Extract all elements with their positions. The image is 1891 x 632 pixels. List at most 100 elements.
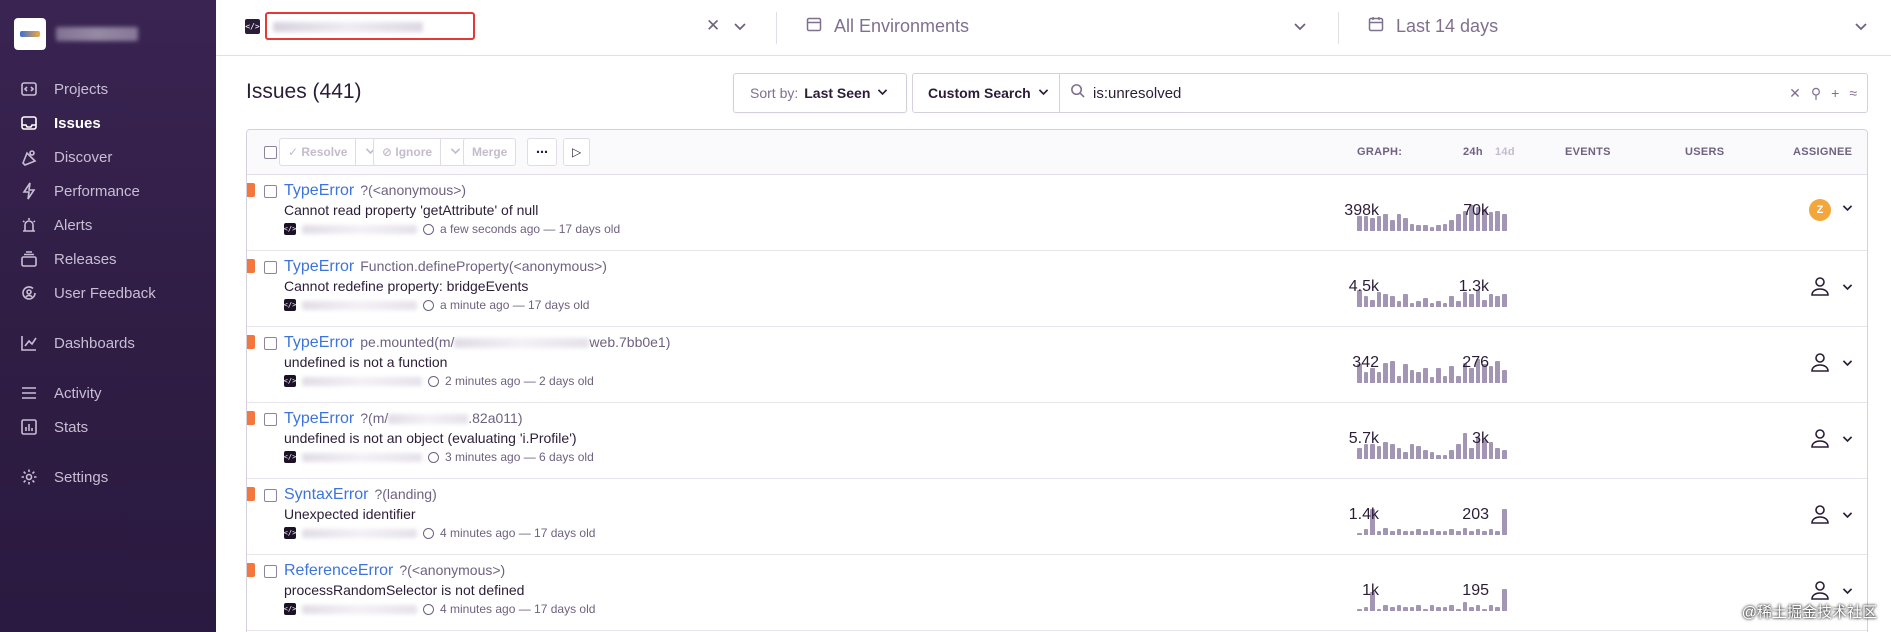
table-row[interactable]: TypeError ?(<anonymous>) Cannot read prop… bbox=[247, 175, 1867, 251]
clear-search-icon[interactable]: ✕ bbox=[1789, 85, 1801, 102]
issue-type[interactable]: ReferenceError bbox=[284, 562, 393, 579]
add-saved-search-icon[interactable]: + bbox=[1831, 85, 1839, 102]
issue-id-redacted bbox=[302, 376, 422, 386]
environment-selector[interactable]: All Environments bbox=[806, 16, 969, 37]
row-checkbox[interactable] bbox=[264, 261, 277, 274]
graph-bar bbox=[1502, 370, 1507, 383]
graph-period-24h[interactable]: 24h bbox=[1463, 146, 1483, 158]
chevron-down-icon[interactable] bbox=[1841, 201, 1854, 219]
assignee-selector[interactable] bbox=[1809, 427, 1854, 454]
chevron-down-icon[interactable] bbox=[1841, 432, 1854, 450]
chevron-down-icon[interactable] bbox=[1841, 584, 1854, 602]
graph-bar bbox=[1502, 294, 1507, 307]
table-row[interactable]: ReferenceError ?(<anonymous>) processRand… bbox=[247, 555, 1867, 631]
select-all-checkbox[interactable] bbox=[264, 146, 277, 159]
assignee-selector[interactable]: Z bbox=[1809, 199, 1854, 221]
graph-bar bbox=[1422, 531, 1428, 535]
project-selector[interactable] bbox=[265, 12, 475, 40]
table-row[interactable]: TypeError ?(m/ .82a011) undefined is not a… bbox=[247, 403, 1867, 479]
issue-type[interactable]: SyntaxError bbox=[284, 486, 368, 503]
sidebar-item-stats[interactable]: Stats bbox=[0, 410, 216, 444]
issue-title[interactable]: ReferenceError ?(<anonymous>) bbox=[284, 562, 505, 580]
graph-bar bbox=[1442, 224, 1448, 231]
sidebar-item-discover[interactable]: Discover bbox=[0, 140, 216, 174]
level-indicator bbox=[247, 183, 255, 197]
pin-search-icon[interactable]: ⚲ bbox=[1811, 85, 1821, 102]
assignee-selector[interactable] bbox=[1809, 351, 1854, 378]
sidebar-item-projects[interactable]: Projects bbox=[0, 72, 216, 106]
table-row[interactable]: TypeError pe.mounted(m/web.7bb0e1) undefi… bbox=[247, 327, 1867, 403]
divider bbox=[1338, 12, 1339, 44]
graph-bar bbox=[1462, 528, 1468, 535]
settings-icon bbox=[20, 468, 38, 486]
graph-bar bbox=[1442, 455, 1448, 459]
sidebar-item-releases[interactable]: Releases bbox=[0, 242, 216, 276]
user-icon[interactable] bbox=[1809, 427, 1831, 454]
graph-bar bbox=[1449, 605, 1454, 611]
merge-button-group: Merge bbox=[463, 138, 517, 166]
sidebar-item-label: Settings bbox=[54, 468, 109, 486]
search-input[interactable] bbox=[1093, 84, 1753, 102]
row-checkbox[interactable] bbox=[264, 489, 277, 502]
ignore-button[interactable]: ⊘ Ignore bbox=[373, 138, 442, 166]
search-settings-icon[interactable]: ≈ bbox=[1849, 85, 1857, 102]
row-checkbox[interactable] bbox=[264, 413, 277, 426]
chevron-down-icon[interactable] bbox=[1853, 18, 1869, 39]
issue-title[interactable]: SyntaxError ?(landing) bbox=[284, 486, 437, 504]
table-row[interactable]: SyntaxError ?(landing) Unexpected identif… bbox=[247, 479, 1867, 555]
row-checkbox[interactable] bbox=[264, 565, 277, 578]
issue-title[interactable]: TypeError ?(m/ .82a011) bbox=[284, 410, 522, 428]
issue-type[interactable]: TypeError bbox=[284, 410, 354, 427]
clock-icon bbox=[423, 223, 434, 235]
issue-type[interactable]: TypeError bbox=[284, 258, 354, 275]
realtime-play-button[interactable]: ▷ bbox=[563, 138, 591, 166]
issue-meta: </> a minute ago — 17 days old bbox=[284, 298, 590, 312]
more-actions-button[interactable]: ⋯ bbox=[527, 138, 557, 166]
sidebar-item-issues[interactable]: Issues bbox=[0, 106, 216, 140]
sidebar-item-alerts[interactable]: Alerts bbox=[0, 208, 216, 242]
issue-type[interactable]: TypeError bbox=[284, 334, 354, 351]
chevron-down-icon[interactable] bbox=[1841, 356, 1854, 374]
issue-title[interactable]: TypeError Function.defineProperty(<anonym… bbox=[284, 258, 607, 276]
sidebar-item-activity[interactable]: Activity bbox=[0, 376, 216, 410]
sort-by-dropdown[interactable]: Sort by: Last Seen bbox=[733, 73, 907, 113]
watermark: @稀土掘金技术社区 bbox=[1741, 604, 1877, 621]
user-icon[interactable] bbox=[1809, 351, 1831, 378]
graph-bar bbox=[1429, 303, 1435, 307]
chevron-down-icon[interactable] bbox=[732, 18, 748, 39]
user-icon[interactable] bbox=[1809, 503, 1831, 530]
graph-bar bbox=[1495, 361, 1501, 383]
sidebar-item-user-feedback[interactable]: User Feedback bbox=[0, 276, 216, 310]
graph-bar bbox=[1455, 609, 1461, 611]
table-row[interactable]: TypeError Function.defineProperty(<anonym… bbox=[247, 251, 1867, 327]
date-range-selector[interactable]: Last 14 days bbox=[1368, 16, 1498, 37]
issue-title[interactable]: TypeError ?(<anonymous>) bbox=[284, 182, 466, 200]
sidebar-item-label: Issues bbox=[54, 114, 101, 132]
graph-bar bbox=[1495, 296, 1501, 307]
merge-button[interactable]: Merge bbox=[463, 138, 517, 166]
user-icon[interactable] bbox=[1809, 275, 1831, 302]
clear-project-icon[interactable]: ✕ bbox=[706, 16, 720, 36]
avatar[interactable]: Z bbox=[1809, 199, 1831, 221]
issue-time: 4 minutes ago — 17 days old bbox=[440, 526, 596, 540]
chevron-down-icon[interactable] bbox=[1841, 508, 1854, 526]
sidebar-item-settings[interactable]: Settings bbox=[0, 460, 216, 494]
graph-period-14d[interactable]: 14d bbox=[1495, 146, 1515, 158]
chevron-down-icon[interactable] bbox=[1292, 18, 1308, 39]
org-switcher[interactable] bbox=[14, 18, 138, 50]
sidebar-item-performance[interactable]: Performance bbox=[0, 174, 216, 208]
issue-title[interactable]: TypeError pe.mounted(m/web.7bb0e1) bbox=[284, 334, 670, 352]
graph-bar bbox=[1475, 529, 1481, 535]
row-checkbox[interactable] bbox=[264, 185, 277, 198]
assignee-selector[interactable] bbox=[1809, 275, 1854, 302]
graph-bar bbox=[1422, 225, 1428, 231]
chevron-down-icon[interactable] bbox=[1841, 280, 1854, 298]
level-indicator bbox=[247, 411, 255, 425]
graph-bar bbox=[1462, 602, 1468, 611]
sidebar-item-dashboards[interactable]: Dashboards bbox=[0, 326, 216, 360]
resolve-button[interactable]: ✓ Resolve bbox=[279, 138, 357, 166]
assignee-selector[interactable] bbox=[1809, 503, 1854, 530]
issue-type[interactable]: TypeError bbox=[284, 182, 354, 199]
custom-search-dropdown[interactable]: Custom Search bbox=[912, 73, 1060, 113]
row-checkbox[interactable] bbox=[264, 337, 277, 350]
